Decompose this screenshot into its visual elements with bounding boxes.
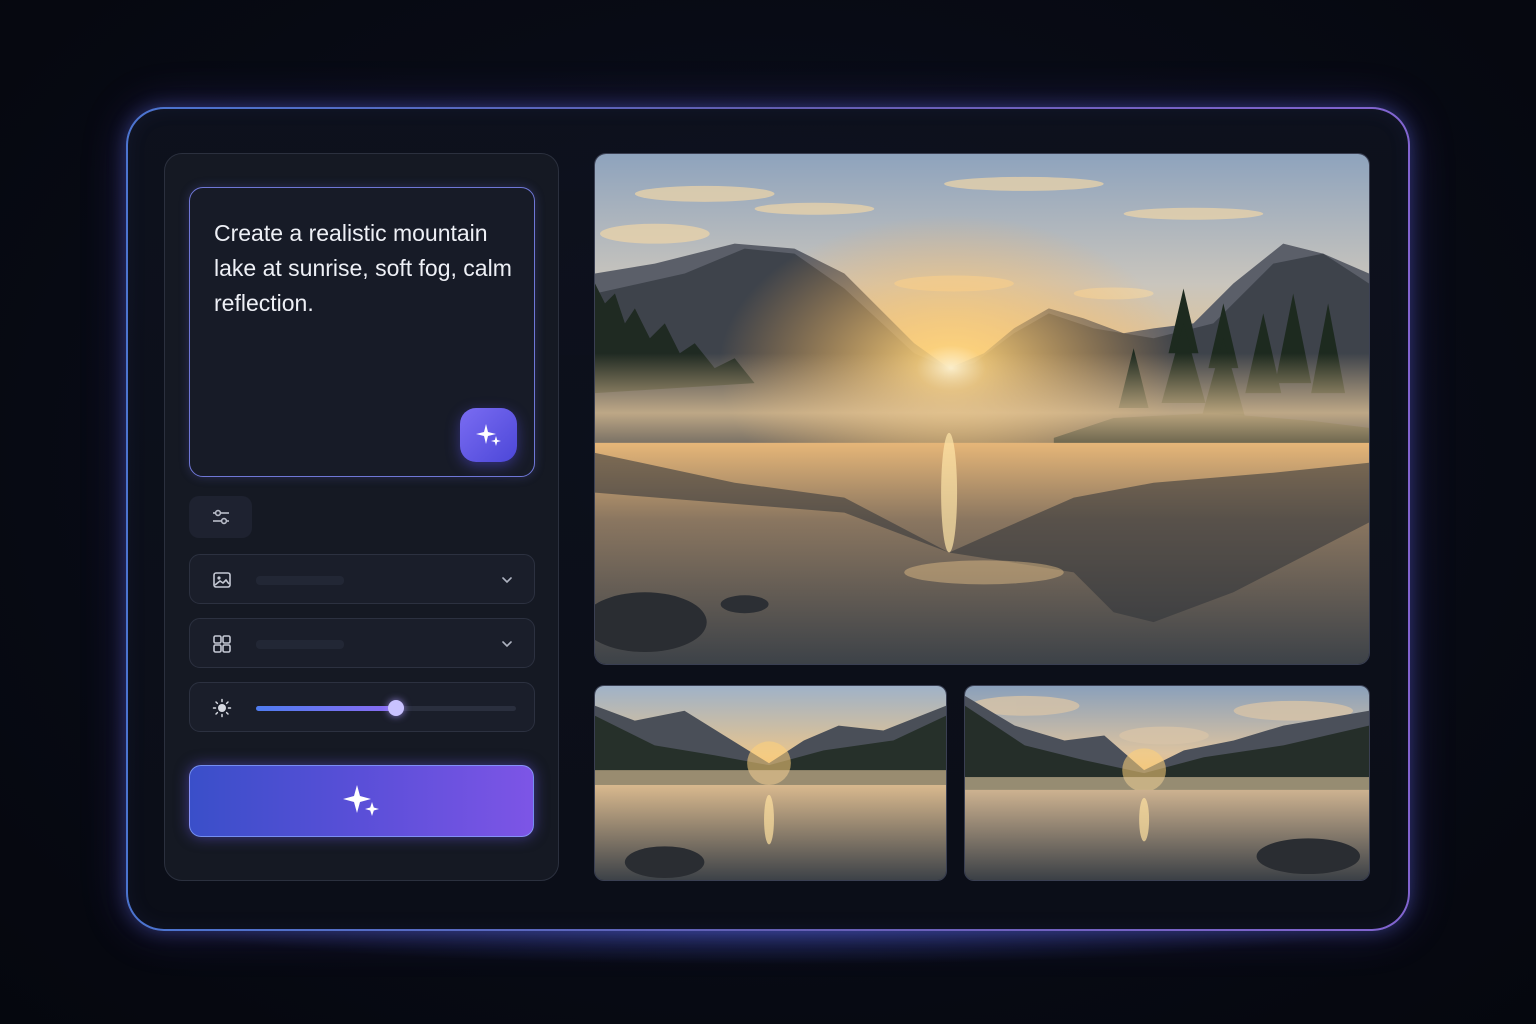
- brightness-slider-fill: [256, 706, 397, 711]
- main-result-image[interactable]: [594, 153, 1370, 665]
- image-icon: [213, 572, 231, 588]
- sun-icon: [212, 698, 232, 718]
- thumbnail-1[interactable]: [594, 685, 947, 881]
- style-select[interactable]: [189, 554, 535, 604]
- prompt-input[interactable]: Create a realistic mountain lake at sunr…: [189, 187, 535, 477]
- chevron-down-icon: [502, 577, 512, 584]
- brightness-control: [189, 682, 535, 732]
- style-select-value: [256, 576, 344, 585]
- layout-select-value: [256, 640, 344, 649]
- mountain-lake-image: [595, 154, 1369, 664]
- brightness-slider[interactable]: [256, 700, 516, 716]
- generate-button[interactable]: [189, 765, 534, 837]
- brightness-slider-thumb[interactable]: [388, 700, 405, 716]
- enhance-prompt-button[interactable]: [460, 408, 517, 462]
- sliders-icon: [212, 509, 229, 525]
- mountain-lake-image: [595, 686, 946, 880]
- settings-button[interactable]: [189, 496, 252, 538]
- mountain-lake-image: [965, 686, 1369, 880]
- frame-floor-glow: [160, 925, 1380, 965]
- sparkles-icon: [475, 424, 501, 446]
- thumbnail-2[interactable]: [964, 685, 1370, 881]
- prompt-text[interactable]: Create a realistic mountain lake at sunr…: [214, 216, 514, 321]
- grid-icon: [213, 635, 231, 653]
- layout-select[interactable]: [189, 618, 535, 668]
- chevron-down-icon: [502, 641, 512, 648]
- sparkles-icon: [342, 785, 379, 816]
